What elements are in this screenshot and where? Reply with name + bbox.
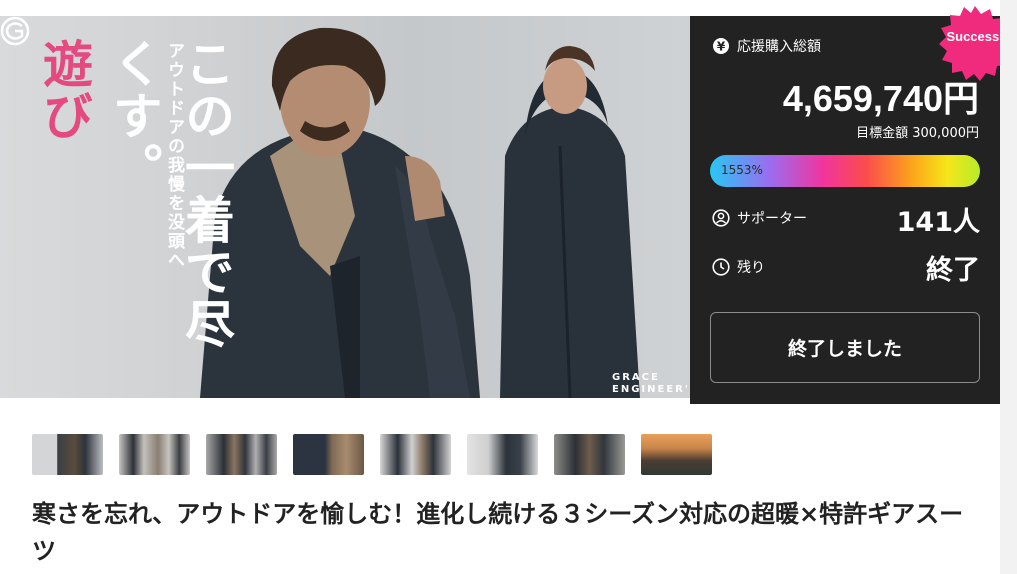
hero-tagline: 遊び この一着で尽くす。 — [14, 38, 235, 398]
thumbnail-4[interactable] — [293, 434, 364, 475]
progress-percent: 1553% — [721, 163, 763, 177]
supporters-row: サポーター — [712, 208, 807, 228]
thumbnail-6[interactable] — [467, 434, 538, 475]
project-page: 遊び この一着で尽くす。 アウトドアの我慢を没頭へ GRACE ENGINEER… — [0, 0, 1000, 574]
brand-name: GRACE ENGINEER'S — [612, 372, 690, 396]
goal-amount: 目標金額 300,000円 — [856, 126, 979, 141]
woman-figure — [500, 46, 640, 398]
funding-progress-bar: 1553% — [710, 155, 980, 187]
supporters-value: 141人 — [896, 207, 980, 238]
ended-button[interactable]: 終了しました — [710, 312, 980, 383]
total-label: 応援購入総額 — [737, 39, 821, 55]
project-title: 寒さを忘れ、アウトドアを愉しむ！進化し続ける３シーズン対応の超暖×特許ギアスーツ — [32, 500, 964, 565]
clock-icon — [712, 258, 730, 276]
thumbnail-7[interactable] — [554, 434, 625, 475]
thumbnail-3[interactable] — [206, 434, 277, 475]
brand-line-1: GRACE — [612, 372, 660, 383]
brand-logo-icon — [0, 16, 30, 46]
remaining-value: 終了 — [926, 255, 980, 286]
hero-image[interactable]: 遊び この一着で尽くす。 アウトドアの我慢を没頭へ GRACE ENGINEER… — [0, 16, 690, 398]
remaining-label: 残り — [737, 260, 765, 276]
total-label-row: ¥ 応援購入総額 — [712, 36, 821, 56]
thumbnail-strip — [32, 434, 712, 475]
man-figure — [200, 27, 480, 398]
supporters-label: サポーター — [737, 211, 807, 227]
tagline-pink: 遊び — [35, 38, 93, 142]
thumbnail-1[interactable] — [32, 434, 103, 475]
remaining-row: 残り — [712, 257, 765, 277]
yen-icon: ¥ — [712, 37, 730, 55]
tagline-small: アウトドアの我慢を没頭へ — [164, 42, 184, 270]
svg-text:¥: ¥ — [717, 40, 726, 54]
thumbnail-8[interactable] — [641, 434, 712, 475]
thumbnail-2[interactable] — [119, 434, 190, 475]
user-icon — [712, 209, 730, 227]
thumbnail-5[interactable] — [380, 434, 451, 475]
scrollbar-track[interactable] — [1000, 0, 1017, 574]
brand-line-2: ENGINEER'S — [612, 384, 690, 395]
